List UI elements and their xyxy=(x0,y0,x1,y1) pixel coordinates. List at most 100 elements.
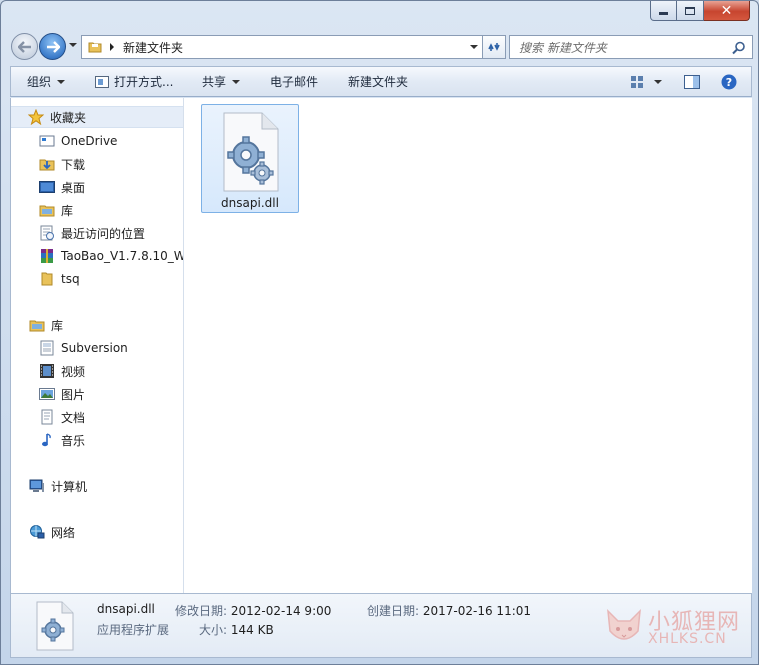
help-icon: ? xyxy=(721,74,737,89)
subversion-library-icon xyxy=(39,340,55,356)
close-button[interactable]: ✕ xyxy=(704,1,750,21)
breadcrumb-separator[interactable] xyxy=(110,43,114,51)
breadcrumb-current-folder[interactable]: 新建文件夹 xyxy=(123,39,183,56)
pictures-library-icon xyxy=(39,386,55,402)
nav-item-video[interactable]: 视频 xyxy=(11,360,85,382)
nav-item-desktop[interactable]: 桌面 xyxy=(11,176,85,198)
minimize-icon xyxy=(659,12,668,15)
details-file-type-value: 应用程序扩展 xyxy=(97,623,170,637)
nav-libraries-header[interactable]: 库 xyxy=(11,314,63,336)
watermark-domain: XHLKS.CN xyxy=(648,631,727,647)
folder-icon xyxy=(39,271,55,287)
nav-item-tsq[interactable]: tsq xyxy=(11,268,80,290)
details-file-name: dnsapi.dll xyxy=(97,602,155,616)
chevron-down-icon xyxy=(57,79,66,84)
nav-item-label: OneDrive xyxy=(61,134,118,148)
caption-buttons: ✕ xyxy=(650,1,750,21)
details-created-label: 创建日期: xyxy=(367,604,420,618)
share-menu-button[interactable]: 共享 xyxy=(202,67,241,96)
forward-arrow-icon xyxy=(46,40,60,53)
open-with-button[interactable]: 打开方式... xyxy=(95,67,173,96)
address-bar[interactable]: 新建文件夹 xyxy=(81,35,485,59)
nav-item-downloads[interactable]: 下载 xyxy=(11,153,85,175)
documents-library-icon xyxy=(39,409,55,425)
forward-button[interactable] xyxy=(39,33,66,60)
search-icon[interactable] xyxy=(732,41,746,55)
organize-menu-button[interactable]: 组织 xyxy=(27,67,66,96)
organize-label: 组织 xyxy=(27,75,52,89)
nav-item-library[interactable]: 库 xyxy=(11,199,73,221)
chevron-down-icon xyxy=(654,79,662,84)
email-button[interactable]: 电子邮件 xyxy=(270,67,318,96)
nav-favorites-label: 收藏夹 xyxy=(50,110,87,125)
nav-item-label: Subversion xyxy=(61,341,128,355)
library-icon xyxy=(39,202,55,218)
share-label: 共享 xyxy=(202,75,227,89)
refresh-button[interactable] xyxy=(482,35,506,59)
nav-item-label: 库 xyxy=(61,203,74,218)
view-options-button[interactable] xyxy=(630,67,662,96)
nav-libraries-label: 库 xyxy=(51,318,64,333)
nav-item-label: 视频 xyxy=(61,364,86,379)
nav-item-onedrive[interactable]: OneDrive xyxy=(11,130,117,152)
help-button[interactable]: ? xyxy=(721,67,737,96)
nav-item-label: 音乐 xyxy=(61,433,86,448)
nav-item-taobao-archive[interactable]: TaoBao_V1.7.8.10_Wi xyxy=(11,245,183,267)
details-modified: 修改日期: 2012-02-14 9:00 xyxy=(175,602,331,619)
explorer-window: ✕ 新建文件夹 搜索 新建文件夹 组织 打开方式... 共享 电子邮件 新建文件… xyxy=(0,0,759,665)
nav-item-documents[interactable]: 文档 xyxy=(11,406,85,428)
recent-pages-dropdown[interactable] xyxy=(69,43,77,47)
chevron-down-icon xyxy=(232,79,241,84)
maximize-button[interactable] xyxy=(677,1,704,21)
navigation-pane[interactable]: 收藏夹 OneDrive 下载 桌面 库 最近访问的位置 TaoBao_V1.7… xyxy=(11,98,184,593)
nav-network[interactable]: 网络 xyxy=(11,521,75,543)
view-grid-icon xyxy=(631,75,643,88)
nav-item-music[interactable]: 音乐 xyxy=(11,429,85,451)
details-size: 大小: 144 KB xyxy=(199,621,274,638)
archive-icon xyxy=(39,248,55,264)
file-list[interactable]: dnsapi.dll xyxy=(185,98,752,593)
command-bar: 组织 打开方式... 共享 电子邮件 新建文件夹 ? xyxy=(10,66,752,97)
nav-item-label: 桌面 xyxy=(61,180,86,195)
minimize-button[interactable] xyxy=(650,1,677,21)
back-button[interactable] xyxy=(11,33,38,60)
desktop-icon xyxy=(39,179,55,195)
nav-item-label: 最近访问的位置 xyxy=(61,226,146,241)
details-modified-value: 2012-02-14 9:00 xyxy=(230,604,332,618)
file-name-label: dnsapi.dll xyxy=(221,196,279,210)
nav-item-subversion[interactable]: Subversion xyxy=(11,337,128,359)
site-watermark: 小狐狸网 XHLKS.CN xyxy=(604,601,749,653)
computer-icon xyxy=(29,478,45,494)
music-library-icon xyxy=(39,432,55,448)
nav-item-pictures[interactable]: 图片 xyxy=(11,383,85,405)
file-item-selected[interactable]: dnsapi.dll xyxy=(201,104,299,213)
svg-text:?: ? xyxy=(726,76,732,89)
new-folder-label: 新建文件夹 xyxy=(348,75,409,89)
onedrive-icon xyxy=(39,133,55,149)
star-icon xyxy=(28,109,44,125)
search-placeholder[interactable]: 搜索 新建文件夹 xyxy=(519,39,607,56)
downloads-folder-icon xyxy=(39,156,55,172)
new-folder-button[interactable]: 新建文件夹 xyxy=(348,67,408,96)
nav-computer[interactable]: 计算机 xyxy=(11,475,87,497)
recent-places-icon xyxy=(39,225,55,241)
nav-favorites-header[interactable]: 收藏夹 xyxy=(11,106,183,128)
search-box[interactable]: 搜索 新建文件夹 xyxy=(509,35,753,59)
preview-pane-icon xyxy=(684,74,700,89)
nav-item-label: 文档 xyxy=(61,410,86,425)
details-pane: dnsapi.dll 应用程序扩展 修改日期: 2012-02-14 9:00 … xyxy=(10,593,752,658)
nav-item-recent-places[interactable]: 最近访问的位置 xyxy=(11,222,145,244)
folder-icon xyxy=(88,42,102,53)
dll-gear-file-icon xyxy=(36,601,74,651)
nav-computer-label: 计算机 xyxy=(51,479,88,494)
open-with-label: 打开方式... xyxy=(114,75,174,89)
open-with-icon xyxy=(95,75,109,88)
nav-item-label: 图片 xyxy=(61,387,86,402)
details-created-value: 2017-02-16 11:01 xyxy=(422,604,532,618)
network-icon xyxy=(29,524,45,540)
maximize-icon xyxy=(685,6,695,15)
address-history-dropdown[interactable] xyxy=(470,45,478,49)
back-arrow-icon xyxy=(17,40,31,53)
refresh-icon xyxy=(488,43,500,51)
preview-pane-button[interactable] xyxy=(684,67,700,96)
